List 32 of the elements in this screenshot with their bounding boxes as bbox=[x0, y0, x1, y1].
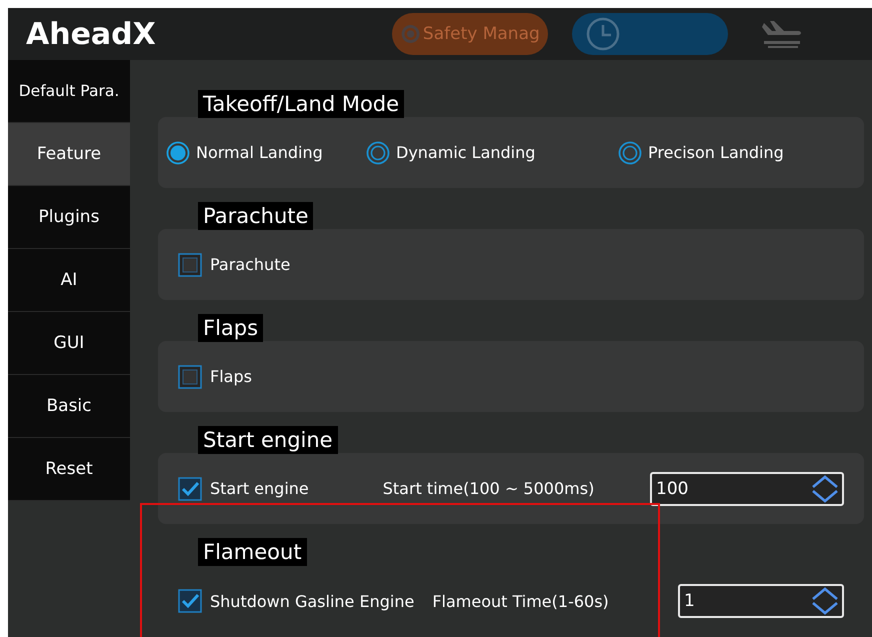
spin-field[interactable]: 1 bbox=[678, 584, 844, 618]
checkbox-label: Parachute bbox=[210, 255, 290, 274]
checkbox[interactable] bbox=[178, 589, 202, 613]
checkbox-label: Flaps bbox=[210, 367, 252, 386]
field-label: Start time(100 ~ 5000ms) bbox=[382, 479, 594, 498]
sidebar-item[interactable]: Plugins bbox=[8, 186, 130, 249]
sidebar-item[interactable]: Default Para. bbox=[8, 60, 130, 123]
sidebar-item[interactable]: GUI bbox=[8, 312, 130, 375]
sidebar-item[interactable]: Basic bbox=[8, 375, 130, 438]
field-label: Flameout Time(1-60s) bbox=[432, 592, 609, 610]
checkbox[interactable] bbox=[178, 476, 202, 500]
clock-button[interactable] bbox=[572, 13, 728, 55]
logo-text: AheadX bbox=[26, 16, 156, 52]
spin-arrows-icon[interactable] bbox=[810, 587, 840, 615]
radio-option[interactable]: Normal Landing bbox=[166, 138, 366, 168]
checkbox[interactable] bbox=[178, 252, 202, 276]
section-title: Start engine bbox=[198, 426, 338, 454]
spin-arrows-icon[interactable] bbox=[810, 474, 840, 502]
radio-option[interactable]: Dynamic Landing bbox=[366, 138, 618, 168]
sidebar-item[interactable]: AI bbox=[8, 249, 130, 312]
section-title: Flameout bbox=[198, 538, 307, 566]
section-title: Parachute bbox=[198, 202, 314, 230]
spin-field[interactable]: 100 bbox=[650, 472, 844, 506]
radio-option[interactable]: Precison Landing bbox=[618, 138, 784, 168]
checkbox[interactable] bbox=[178, 364, 202, 388]
checkbox-label: Start engine bbox=[210, 479, 309, 498]
checkbox-label: Shutdown Gasline Engine bbox=[210, 592, 414, 610]
section-title: Takeoff/Land Mode bbox=[198, 90, 404, 118]
sidebar-item[interactable]: Feature bbox=[8, 123, 130, 186]
sidebar-item[interactable]: Reset bbox=[8, 438, 130, 501]
clock-icon bbox=[586, 17, 620, 51]
section-title: Flaps bbox=[198, 314, 264, 342]
